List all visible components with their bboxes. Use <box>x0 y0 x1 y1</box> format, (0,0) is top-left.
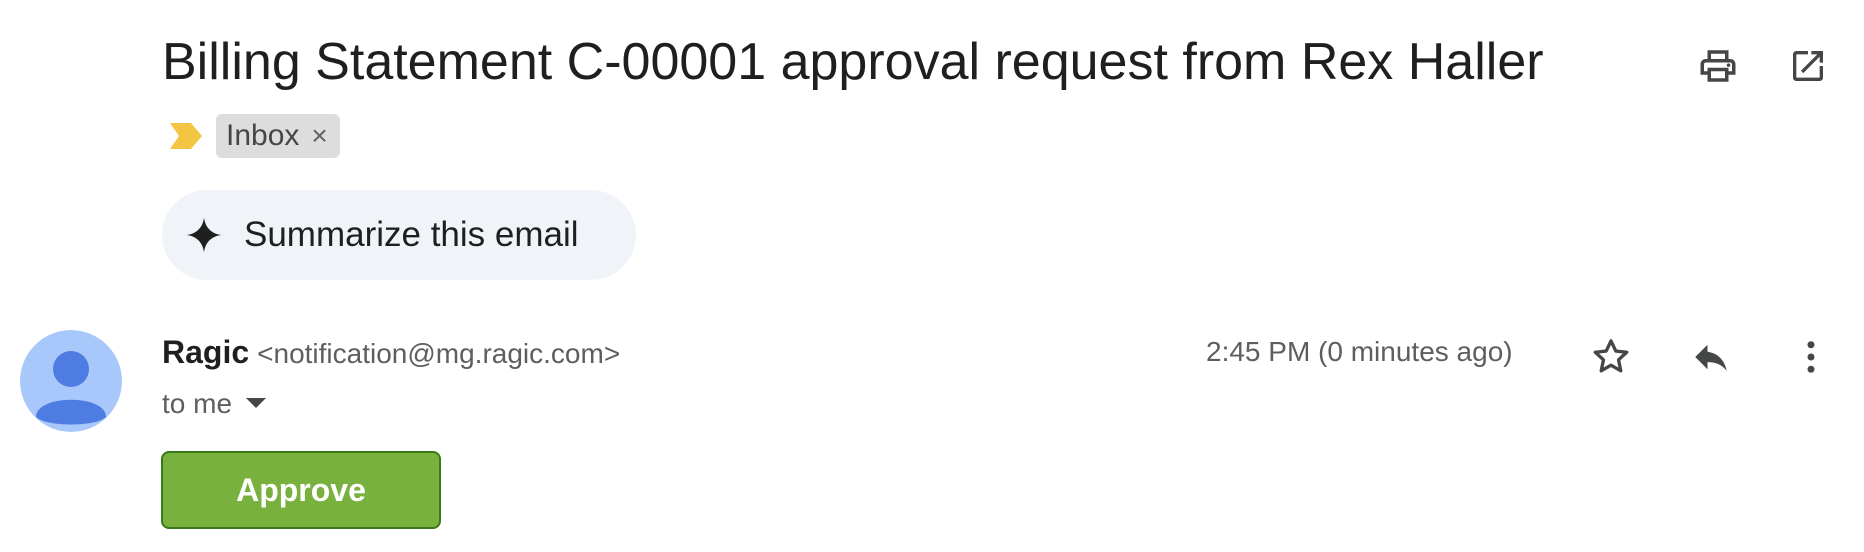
email-timestamp: 2:45 PM (0 minutes ago) <box>1206 336 1513 367</box>
approve-button[interactable]: Approve <box>161 451 441 529</box>
summarize-email-button[interactable]: Summarize this email <box>162 190 636 280</box>
importance-marker[interactable] <box>162 114 216 158</box>
default-avatar-icon <box>20 330 122 432</box>
star-icon <box>1593 339 1629 373</box>
remove-label-button[interactable]: × <box>311 122 327 150</box>
more-options-button[interactable] <box>1786 332 1836 382</box>
labels-row: Inbox × <box>162 114 340 158</box>
label-chip-inbox: Inbox × <box>216 114 340 158</box>
reply-button[interactable] <box>1686 332 1736 382</box>
recipient-details-toggle[interactable]: to me <box>162 388 267 420</box>
open-in-new-window-icon <box>1793 51 1823 81</box>
importance-marker-icon <box>170 123 202 149</box>
star-button[interactable] <box>1586 332 1636 382</box>
print-icon <box>1700 50 1736 82</box>
sender-name[interactable]: Ragic <box>162 334 249 371</box>
caret-down-icon <box>246 398 267 410</box>
sender-info: Ragic <notification@mg.ragic.com> <box>162 334 620 371</box>
print-button[interactable] <box>1694 42 1742 90</box>
sparkle-icon <box>186 217 222 253</box>
sender-avatar[interactable] <box>20 330 122 432</box>
reply-icon <box>1695 344 1727 371</box>
summarize-label: Summarize this email <box>244 215 579 254</box>
label-chip-text: Inbox <box>226 119 300 152</box>
recipient-label: to me <box>162 388 233 419</box>
sender-email: <notification@mg.ragic.com> <box>257 338 621 369</box>
open-in-new-window-button[interactable] <box>1784 42 1832 90</box>
email-subject: Billing Statement C-00001 approval reque… <box>162 33 1544 91</box>
more-vertical-icon <box>1807 341 1815 373</box>
